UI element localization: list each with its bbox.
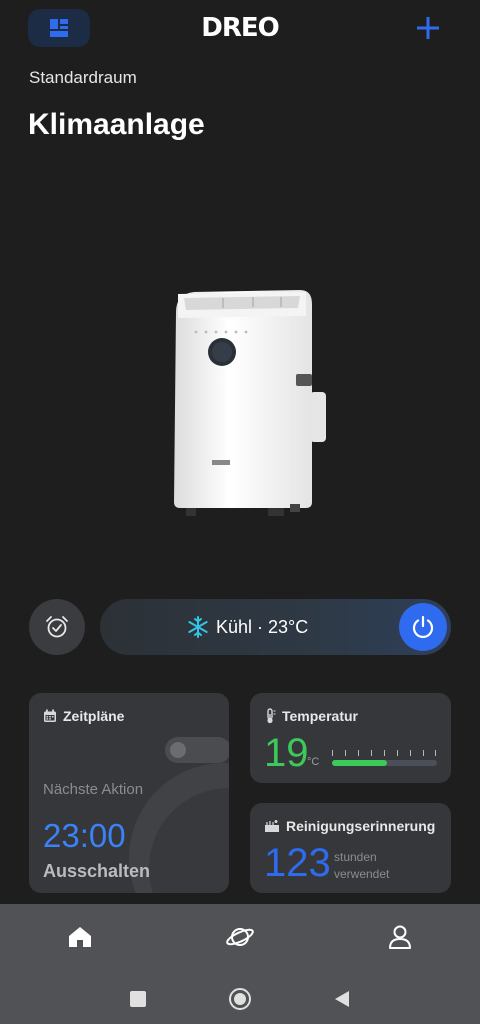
room-name[interactable]: Standardraum xyxy=(29,68,137,88)
schedule-header: Zeitpläne xyxy=(43,708,124,724)
temperature-card[interactable]: Temperatur 19 °C xyxy=(250,693,451,783)
filter-cleaning-icon xyxy=(265,820,279,832)
next-action-time: 23:00 xyxy=(43,817,126,854)
mode-control[interactable]: Kühl · 23°C xyxy=(100,599,451,655)
temperature-bar-fill xyxy=(332,760,387,766)
cleaning-header: Reinigungserinnerung xyxy=(264,818,435,834)
home-icon xyxy=(69,927,91,947)
schedule-toggle-knob xyxy=(170,742,186,758)
user-icon xyxy=(389,925,411,949)
system-back-button[interactable] xyxy=(327,984,357,1014)
schedule-title: Zeitpläne xyxy=(63,708,125,724)
calendar-icon xyxy=(44,709,56,722)
cleaning-unit-line2: verwendet xyxy=(334,867,390,881)
snowflake-icon xyxy=(188,616,208,638)
bottom-navigation xyxy=(0,904,480,1024)
temperature-title: Temperatur xyxy=(282,708,358,724)
schedule-card[interactable]: Zeitpläne Nächste Aktion 23:00 Ausschalt… xyxy=(29,693,229,893)
alarm-clock-icon xyxy=(46,616,68,638)
thermometer-icon xyxy=(267,708,276,724)
cleaning-unit-line1: stunden xyxy=(334,850,377,864)
power-button[interactable] xyxy=(399,603,447,651)
mode-display: Kühl · 23°C xyxy=(186,615,308,639)
air-conditioner-image xyxy=(174,290,326,516)
cleaning-reminder-card[interactable]: Reinigungserinnerung 123 stunden verwend… xyxy=(250,803,451,893)
power-icon xyxy=(412,615,434,639)
nav-profile[interactable] xyxy=(383,920,417,954)
cleaning-title: Reinigungserinnerung xyxy=(286,818,436,834)
top-bar: DREO xyxy=(0,0,480,60)
circle-icon xyxy=(229,988,251,1010)
temperature-header: Temperatur xyxy=(264,708,358,724)
system-home-button[interactable] xyxy=(225,984,255,1014)
next-action-label: Nächste Aktion xyxy=(43,781,144,798)
device-title: Klimaanlage xyxy=(28,108,205,141)
mode-label: Kühl · 23°C xyxy=(216,616,309,637)
planet-icon xyxy=(226,928,254,946)
cleaning-hours-unit: stunden verwendet xyxy=(334,849,389,883)
brand-logo: DREO xyxy=(201,13,279,43)
nav-home[interactable] xyxy=(63,920,97,954)
plus-icon xyxy=(417,17,439,39)
temperature-scale-ticks xyxy=(332,750,436,758)
system-recents-button[interactable] xyxy=(123,984,153,1014)
nav-explore[interactable] xyxy=(223,920,257,954)
temperature-value: 19 xyxy=(264,731,309,775)
timer-button[interactable] xyxy=(29,599,85,655)
cleaning-hours-value: 123 xyxy=(264,841,331,885)
square-icon xyxy=(130,991,146,1007)
back-triangle-icon xyxy=(335,991,349,1007)
next-action-name: Ausschalten xyxy=(43,861,151,881)
temperature-unit: °C xyxy=(307,756,320,768)
add-device-button[interactable] xyxy=(412,12,444,44)
